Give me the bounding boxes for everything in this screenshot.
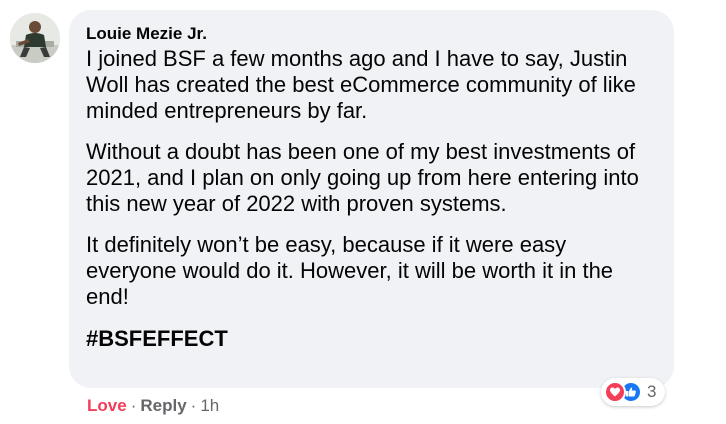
separator-dot: · (130, 396, 137, 415)
reaction-summary[interactable]: 3 (601, 378, 666, 406)
hashtag-link[interactable]: #BSFEFFECT (86, 326, 228, 352)
comment-author[interactable]: Louie Mezie Jr. (86, 23, 207, 45)
comment-paragraph-3: It definitely won’t be easy, because if … (86, 232, 614, 309)
comment-paragraph-1: I joined BSF a few months ago and I have… (86, 46, 636, 123)
separator-dot: · (190, 396, 197, 415)
love-reaction-button[interactable]: Love (87, 396, 127, 415)
comment-timestamp[interactable]: 1h (200, 396, 219, 415)
heart-icon (604, 381, 626, 403)
reply-button[interactable]: Reply (140, 396, 186, 415)
avatar[interactable] (10, 13, 60, 63)
avatar-photo (10, 13, 60, 63)
comment-page: Louie Mezie Jr. I joined BSF a few month… (0, 0, 726, 424)
reaction-count: 3 (647, 382, 657, 401)
comment-bubble: Louie Mezie Jr. I joined BSF a few month… (69, 10, 674, 388)
comment-actions: Love · Reply · 1h (87, 395, 219, 417)
comment-paragraph-2: Without a doubt has been one of my best … (86, 139, 639, 216)
